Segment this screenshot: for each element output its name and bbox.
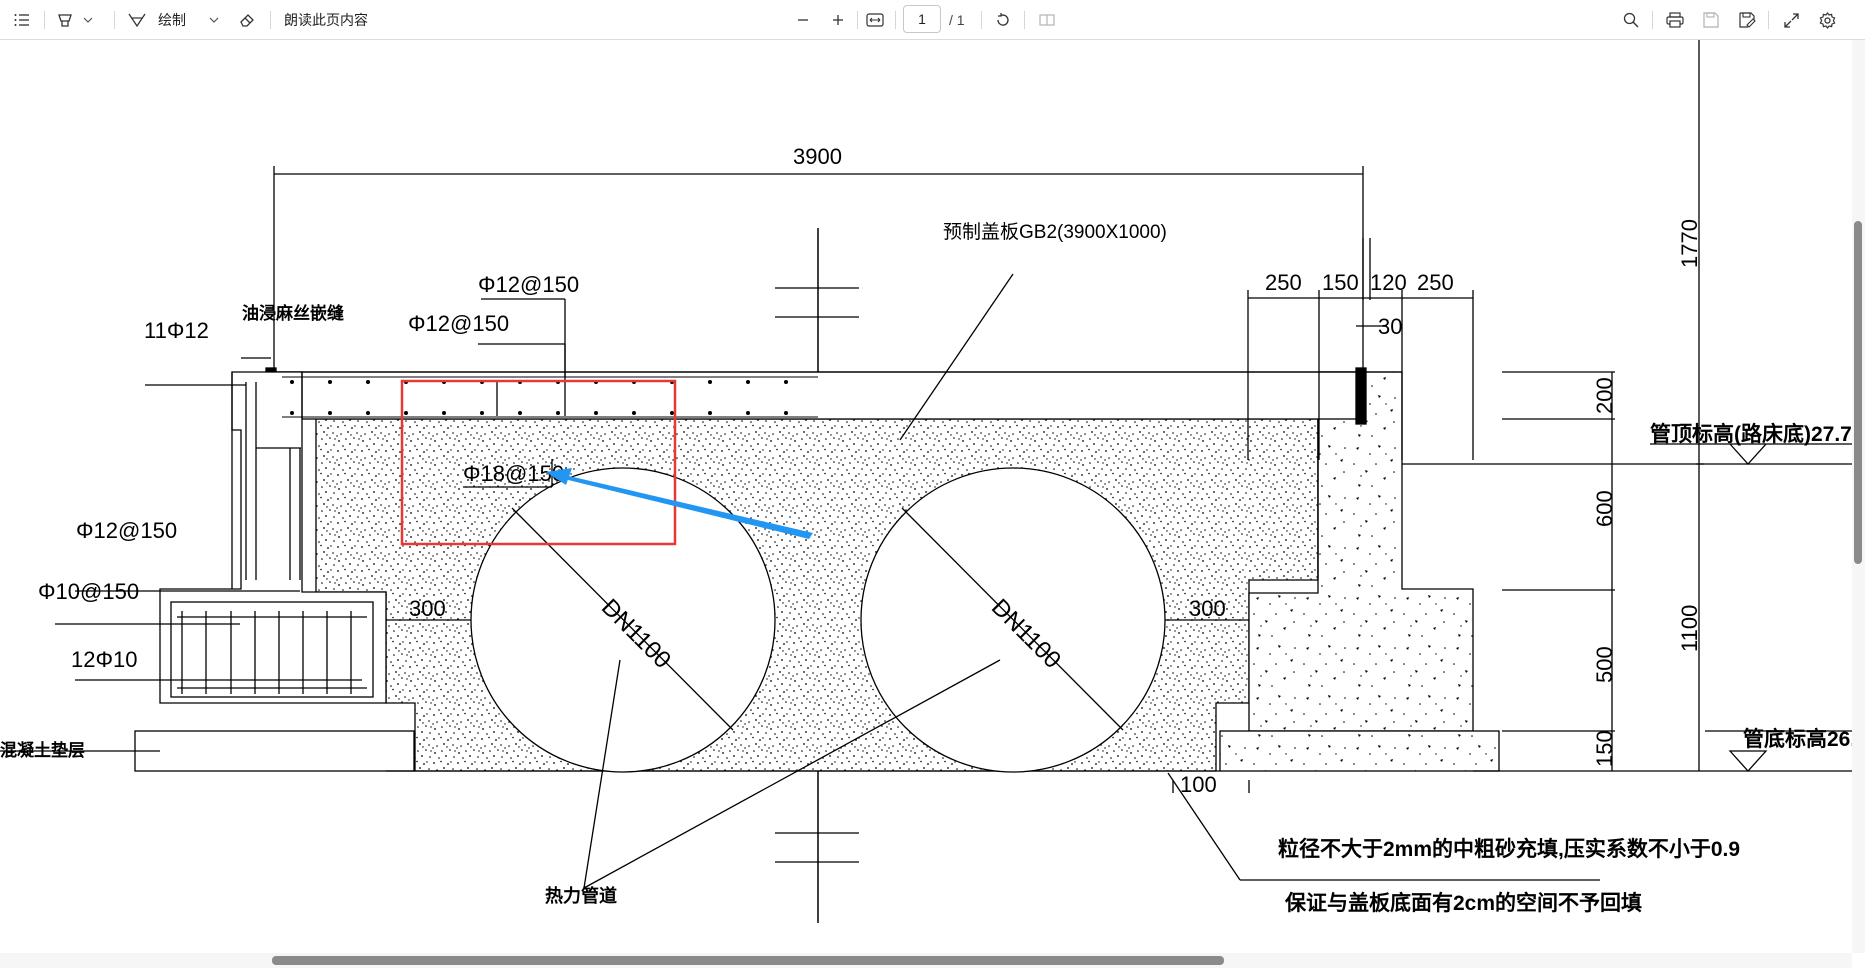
dim-100: 100 <box>1180 772 1217 797</box>
toolbar-divider <box>1652 11 1653 29</box>
horizontal-scroll-thumb[interactable] <box>272 956 1224 965</box>
rebar-12phi10: 12Φ10 <box>71 647 138 672</box>
precast-slab-label: 预制盖板GB2(3900X1000) <box>943 221 1167 243</box>
printer-icon <box>1666 12 1684 28</box>
read-aloud-label: 朗读此页内容 <box>284 12 368 28</box>
rebar-11phi12: 11Φ12 <box>144 318 209 343</box>
draw-label: 绘制 <box>158 12 186 28</box>
rebar-top-2: Φ12@150 <box>408 311 509 336</box>
pdf-toolbar: 绘制 朗读此页内容 1 / 1 <box>0 0 1865 40</box>
rebar-left-1: Φ12@150 <box>76 518 177 543</box>
toolbar-divider <box>270 11 271 29</box>
highlight-dropdown[interactable] <box>80 0 96 40</box>
gear-icon <box>1819 11 1835 29</box>
highlighter-icon <box>58 14 72 27</box>
concrete-bedding-label: 混凝土垫层 <box>0 740 85 760</box>
rebar-left-2: Φ10@150 <box>38 579 139 604</box>
save-icon <box>1703 12 1719 28</box>
cad-drawing: 3900 预制盖板GB2(3900X1000) Φ12@150 Φ12@150 … <box>0 40 1852 923</box>
fit-width-icon <box>866 13 884 27</box>
dim-1100: 1100 <box>1677 605 1702 652</box>
rotate-icon <box>997 13 1009 26</box>
sand-fill-note: 粒径不大于2mm的中粗砂充填,压实系数不小于0.9 <box>1278 837 1740 861</box>
list-icon <box>14 14 29 26</box>
fullscreen-button[interactable] <box>1778 0 1804 40</box>
dim-600: 600 <box>1592 490 1617 527</box>
dim-300-left: 300 <box>409 596 446 621</box>
save-button[interactable] <box>1698 0 1724 40</box>
contents-button[interactable] <box>8 0 36 40</box>
rebar-top-1: Φ12@150 <box>478 272 579 297</box>
expand-icon <box>1783 12 1799 28</box>
highlight-button[interactable] <box>52 0 78 40</box>
dim-500: 500 <box>1592 646 1617 683</box>
dim-total-width: 3900 <box>793 144 842 169</box>
plus-icon <box>833 15 843 25</box>
pipe-top-elevation: 管顶标高(路床底)27.7 <box>1650 422 1852 446</box>
dim-120: 120 <box>1370 270 1407 295</box>
toolbar-divider <box>1024 11 1025 29</box>
read-aloud-button[interactable]: 朗读此页内容 <box>284 0 376 40</box>
settings-button[interactable] <box>1814 0 1840 40</box>
draw-button[interactable]: 绘制 <box>128 0 200 40</box>
dim-150-top: 150 <box>1322 270 1359 295</box>
gap-note: 保证与盖板底面有2cm的空间不予回填 <box>1284 891 1642 915</box>
fit-width-button[interactable] <box>862 0 888 40</box>
erase-button[interactable] <box>234 0 260 40</box>
eraser-icon <box>239 14 254 27</box>
toolbar-divider <box>895 11 896 29</box>
save-as-button[interactable] <box>1734 0 1760 40</box>
toolbar-divider <box>1768 11 1769 29</box>
chevron-down-icon <box>209 17 219 23</box>
toolbar-divider <box>857 11 858 29</box>
save-as-icon <box>1738 12 1756 28</box>
pipe-bottom-elevation: 管底标高26.6 <box>1743 727 1852 751</box>
page-view-button[interactable] <box>1034 0 1060 40</box>
zoom-out-button[interactable] <box>791 0 815 40</box>
page-number-input[interactable]: 1 <box>903 5 941 33</box>
rotate-button[interactable] <box>990 0 1016 40</box>
page-view-icon <box>1039 14 1055 26</box>
draw-icon <box>128 13 146 28</box>
heat-pipe-label: 热力管道 <box>545 885 617 906</box>
toolbar-divider <box>114 11 115 29</box>
dim-150-bottom: 150 <box>1592 730 1617 767</box>
vertical-scroll-thumb[interactable] <box>1854 221 1862 564</box>
search-button[interactable] <box>1618 0 1644 40</box>
page-total-label: / 1 <box>949 12 965 28</box>
dim-300-right: 300 <box>1189 596 1226 621</box>
dim-250-b: 250 <box>1417 270 1454 295</box>
minus-icon <box>798 19 808 21</box>
dim-200: 200 <box>1592 377 1617 414</box>
joint-note: 油浸麻丝嵌缝 <box>242 303 344 323</box>
search-icon <box>1623 12 1639 28</box>
document-page: 3900 预制盖板GB2(3900X1000) Φ12@150 Φ12@150 … <box>0 40 1852 953</box>
zoom-in-button[interactable] <box>826 0 850 40</box>
draw-dropdown[interactable] <box>206 0 222 40</box>
dim-30: 30 <box>1378 314 1402 339</box>
chevron-down-icon <box>83 17 93 23</box>
dim-1770: 1770 <box>1677 219 1702 268</box>
dim-250-a: 250 <box>1265 270 1302 295</box>
toolbar-divider <box>44 11 45 29</box>
print-button[interactable] <box>1662 0 1688 40</box>
toolbar-divider <box>981 11 982 29</box>
